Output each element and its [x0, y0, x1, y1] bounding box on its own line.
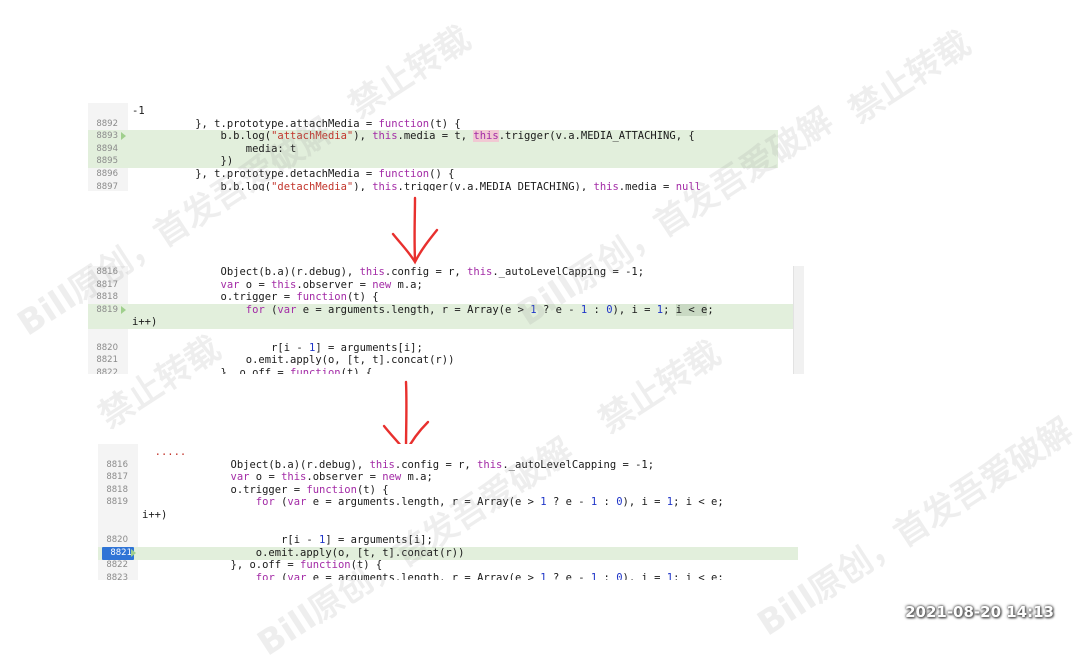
code-text: o.emit.apply(o, [t, t].concat(r)) — [132, 354, 455, 367]
code-line[interactable]: i++) — [88, 316, 804, 330]
code-line[interactable]: 8818 o.trigger = function(t) { — [98, 484, 798, 497]
code-line[interactable]: 8821 o.emit.apply(o, [t, t].concat(r)) — [88, 354, 804, 367]
breakpoint-marker-icon[interactable] — [121, 305, 126, 314]
code-text: var o = this.observer = new m.a; — [230, 471, 433, 484]
code-text: b.b.log("detachMedia"), this.trigger(v.a… — [132, 180, 702, 191]
code-text: Object(b.a)(r.debug), this.config = r, t… — [132, 266, 645, 278]
line-number[interactable]: 8892 — [88, 118, 118, 131]
code-text: i++) — [132, 316, 158, 329]
code-line[interactable]: 8819 for (var e = arguments.length, r = … — [98, 496, 798, 509]
line-number[interactable]: 8896 — [88, 168, 118, 181]
line-number[interactable]: 8823 — [98, 572, 128, 580]
scrollbar[interactable] — [793, 266, 804, 374]
line-number[interactable]: 8818 — [98, 484, 128, 497]
code-line[interactable]: 8892 }, t.prototype.attachMedia = functi… — [88, 118, 778, 131]
line-number[interactable]: 8895 — [88, 155, 118, 168]
line-number[interactable]: 8819 — [98, 496, 128, 509]
code-line[interactable]: ..... — [98, 446, 798, 459]
code-line[interactable] — [88, 329, 804, 342]
line-number[interactable]: 8897 — [88, 181, 118, 191]
code-line[interactable]: 8896 }, t.prototype.detachMedia = functi… — [88, 168, 778, 181]
code-text: -1 — [132, 105, 145, 117]
line-number[interactable]: 8816 — [88, 266, 118, 279]
code-text: o.emit.apply(o, [t, t].concat(r)) — [142, 546, 465, 559]
timestamp: 2021-08-20 14:13 — [905, 603, 1054, 621]
code-line[interactable]: 8819 for (var e = arguments.length, r = … — [88, 303, 804, 317]
line-number[interactable]: 8822 — [88, 367, 118, 374]
code-panel-2: 8816 Object(b.a)(r.debug), this.config =… — [88, 266, 804, 374]
code-line[interactable]: 8822 }, o.off = function(t) { — [98, 559, 798, 572]
code-line[interactable] — [98, 522, 798, 535]
code-line[interactable]: i++) — [98, 509, 798, 522]
line-number[interactable]: 8821 — [102, 546, 134, 560]
code-text: for (var e = arguments.length, r = Array… — [245, 303, 714, 316]
line-number[interactable]: 8818 — [88, 291, 118, 304]
code-text: o.trigger = function(t) { — [142, 483, 389, 496]
watermark: 禁止转载 — [841, 23, 978, 132]
code-line[interactable]: 8822 }, o.off = function(t) { — [88, 367, 804, 374]
breakpoint-marker-icon[interactable] — [131, 548, 136, 557]
code-text: b.b.log("attachMedia"), this.media = t, … — [132, 130, 695, 143]
line-number[interactable]: 8817 — [98, 471, 128, 484]
line-number[interactable]: 8817 — [88, 279, 118, 292]
code-line[interactable]: 8817 var o = this.observer = new m.a; — [88, 279, 804, 292]
code-text: o.trigger = function(t) { — [132, 291, 379, 304]
code-line[interactable]: -1 — [88, 105, 778, 118]
code-line[interactable]: 8817 var o = this.observer = new m.a; — [98, 471, 798, 484]
code-line[interactable]: 8893 b.b.log("attachMedia"), this.media … — [88, 130, 778, 144]
down-arrow-icon — [391, 196, 439, 265]
line-number[interactable]: 8894 — [88, 143, 118, 156]
code-line[interactable]: 8820 r[i - 1] = arguments[i]; — [98, 534, 798, 547]
line-number[interactable]: 8816 — [98, 459, 128, 472]
code-line[interactable]: 8816 Object(b.a)(r.debug), this.config =… — [98, 459, 798, 472]
code-text: media: t — [132, 142, 297, 155]
line-number[interactable]: 8822 — [98, 559, 128, 572]
code-text: }, o.off = function(t) { — [132, 366, 373, 374]
code-line[interactable]: 8895 }) — [88, 155, 778, 169]
line-number[interactable]: 8821 — [88, 354, 118, 367]
code-text: for (var e = arguments.length, r = Array… — [255, 496, 724, 509]
code-text: i++) — [142, 509, 168, 521]
code-text: Object(b.a)(r.debug), this.config = r, t… — [142, 458, 655, 471]
code-line[interactable]: 8821 o.emit.apply(o, [t, t].concat(r)) — [98, 546, 798, 560]
code-text: }, t.prototype.attachMedia = function(t)… — [132, 117, 461, 130]
line-number[interactable]: 8893 — [88, 130, 118, 143]
code-line[interactable]: 8897 b.b.log("detachMedia"), this.trigge… — [88, 181, 778, 191]
line-number[interactable]: 8819 — [88, 304, 118, 317]
code-text: r[i - 1] = arguments[i]; — [132, 341, 423, 354]
code-text: r[i - 1] = arguments[i]; — [142, 534, 433, 547]
code-line[interactable]: 8823 for (var e = arguments.length, r = … — [98, 572, 798, 580]
code-line[interactable]: 8816 Object(b.a)(r.debug), this.config =… — [88, 266, 804, 279]
code-line[interactable]: 8820 r[i - 1] = arguments[i]; — [88, 342, 804, 355]
code-line[interactable]: 8818 o.trigger = function(t) { — [88, 291, 804, 304]
breakpoint-marker-icon[interactable] — [121, 132, 126, 141]
line-number[interactable]: 8820 — [88, 342, 118, 355]
code-line[interactable]: 8894 media: t — [88, 142, 778, 156]
code-text: }) — [132, 155, 234, 168]
code-text: for (var e = arguments.length, r = Array… — [255, 572, 724, 580]
line-number[interactable]: 8820 — [98, 534, 128, 547]
code-panel-1: -1 8892 }, t.prototype.attachMedia = func… — [88, 103, 778, 191]
code-panel-3: ..... 8816 Object(b.a)(r.debug), this.con… — [98, 444, 798, 580]
code-text: ..... — [142, 446, 187, 458]
code-text: var o = this.observer = new m.a; — [220, 278, 423, 291]
code-text: }, o.off = function(t) { — [142, 559, 383, 572]
code-text: }, t.prototype.detachMedia = function() … — [132, 168, 455, 180]
